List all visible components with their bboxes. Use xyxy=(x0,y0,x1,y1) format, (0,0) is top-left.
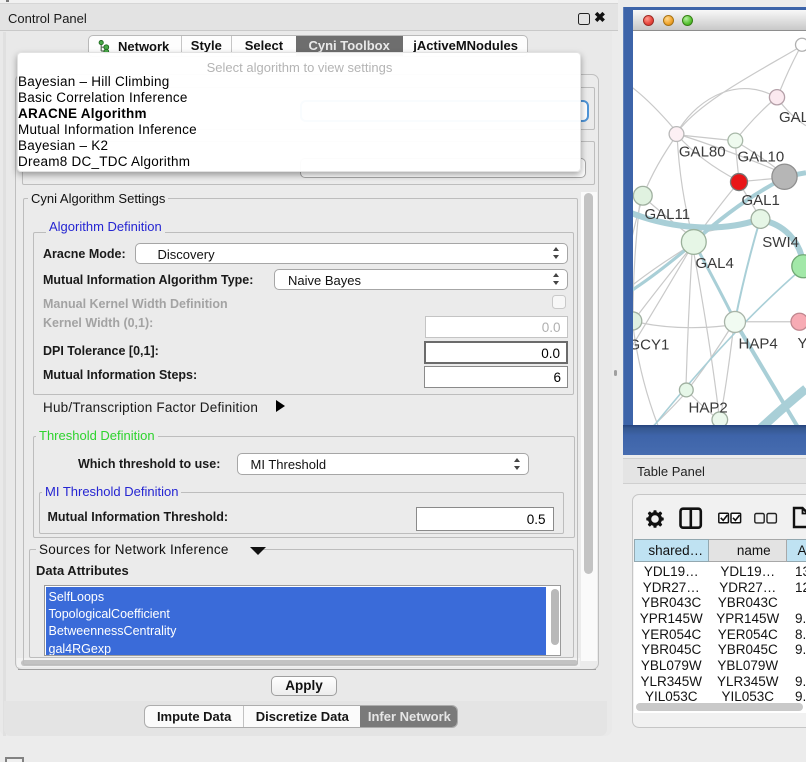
svg-text:GAL1: GAL1 xyxy=(742,191,780,208)
svg-text:GAL11: GAL11 xyxy=(645,205,691,222)
svg-text:HAP2: HAP2 xyxy=(689,399,728,416)
svg-text:GAL10: GAL10 xyxy=(738,148,785,165)
svg-text:GAL7: GAL7 xyxy=(779,108,806,125)
svg-text:GAL4: GAL4 xyxy=(696,254,734,271)
svg-text:HAP4: HAP4 xyxy=(739,335,778,352)
svg-text:GCY1: GCY1 xyxy=(633,336,669,353)
svg-text:GAL80: GAL80 xyxy=(679,143,726,160)
svg-text:SWI4: SWI4 xyxy=(762,233,799,250)
svg-text:Y: Y xyxy=(798,334,806,351)
